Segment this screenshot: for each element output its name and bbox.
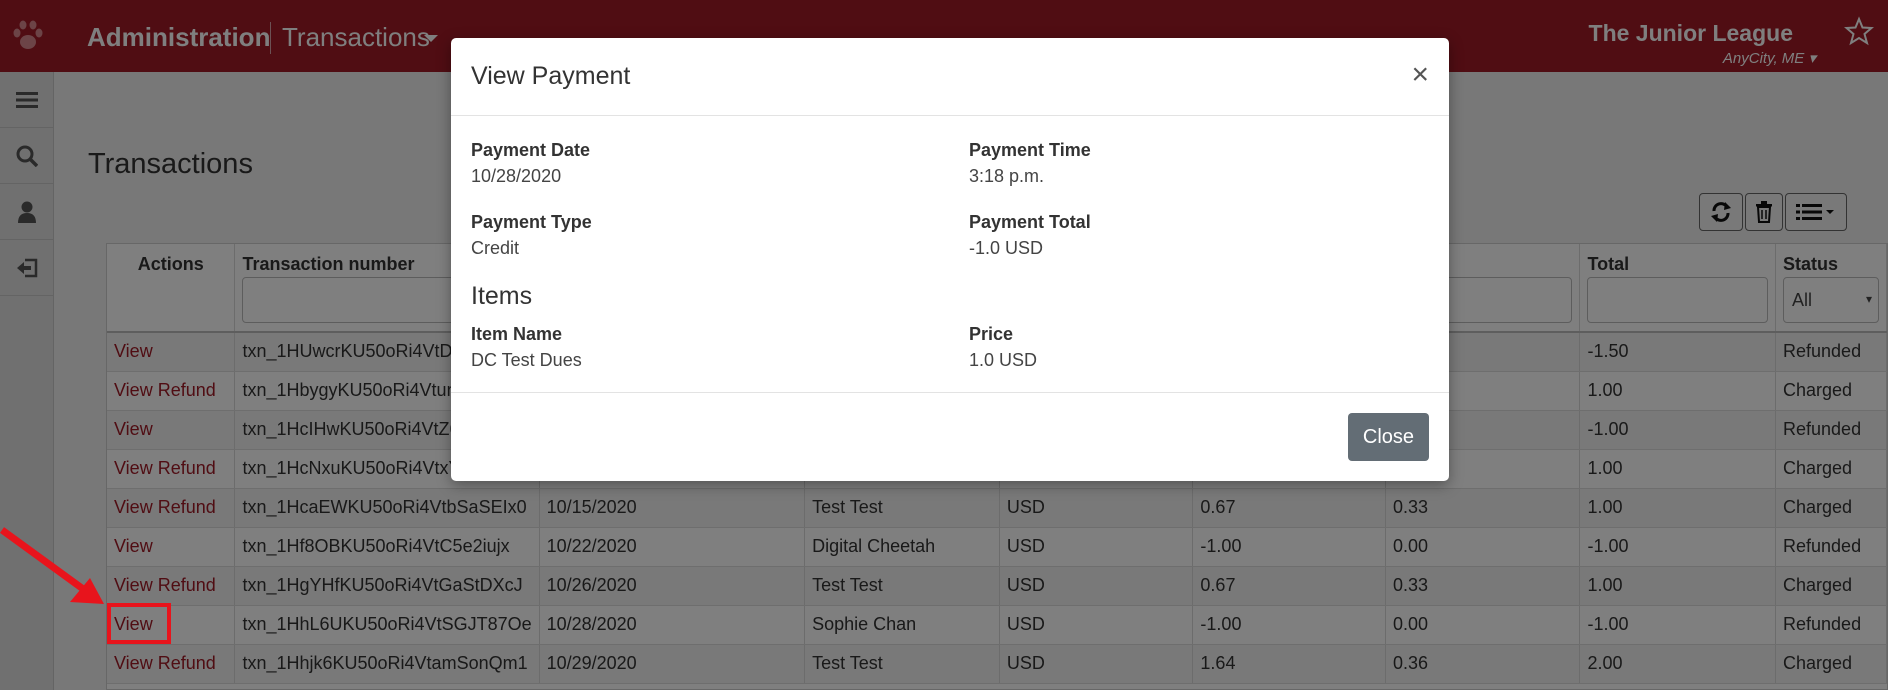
payment-date-label: Payment Date: [471, 140, 591, 160]
annotation-arrow: [0, 527, 104, 604]
item-name-value: DC Test Dues: [471, 350, 582, 370]
payment-date-value: 10/28/2020: [471, 166, 562, 186]
item-name-label: Item Name: [471, 324, 563, 344]
price-label: Price: [969, 324, 1014, 344]
payment-type-value: Credit: [471, 238, 520, 258]
modal-header: View Payment ×: [451, 38, 1449, 116]
items-heading: Items: [471, 282, 533, 310]
view-payment-modal: View Payment × Payment Date 10/28/2020 P…: [451, 38, 1449, 481]
payment-type-label: Payment Type: [471, 212, 592, 232]
payment-time-label: Payment Time: [969, 140, 1091, 160]
payment-total-value: -1.0 USD: [969, 238, 1044, 258]
close-icon[interactable]: ×: [1411, 60, 1429, 90]
payment-total-label: Payment Total: [969, 212, 1091, 232]
modal-footer: Close: [451, 392, 1449, 481]
price-value: 1.0 USD: [969, 350, 1038, 370]
payment-time-value: 3:18 p.m.: [969, 166, 1045, 186]
close-button[interactable]: Close: [1348, 413, 1429, 461]
modal-title: View Payment: [471, 62, 631, 90]
annotation-highlight: [107, 603, 171, 644]
